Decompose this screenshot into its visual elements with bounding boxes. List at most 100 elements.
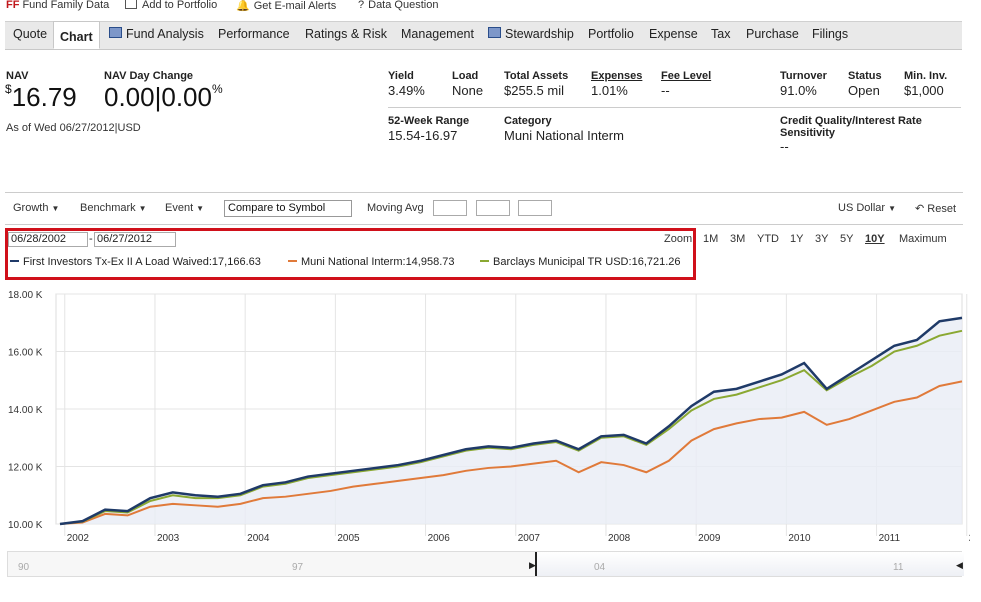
x-tick-label: 2009 (698, 533, 721, 544)
compare-symbol-input[interactable]: Compare to Symbol (224, 200, 352, 217)
fee-level-link[interactable]: Fee Level (661, 70, 711, 82)
x-tick-label: 2008 (608, 533, 631, 544)
benchmark-dropdown[interactable]: Benchmark ▼ (80, 202, 147, 214)
fund-family-label: Fund Family Data (22, 0, 110, 11)
zoom-maximum[interactable]: Maximum (899, 233, 947, 245)
navigator-label: 90 (18, 562, 30, 573)
zoom-3m[interactable]: 3M (730, 233, 745, 245)
ff-badge-icon: FF (6, 0, 20, 11)
chevron-down-icon: ▼ (138, 204, 147, 213)
tab-stewardship[interactable]: Stewardship (488, 27, 574, 41)
reset-icon: ↶ (915, 203, 925, 215)
event-label: Event (165, 202, 194, 214)
y-tick-label: 10.00 K (8, 520, 43, 531)
moving-avg-input-2[interactable] (476, 200, 510, 216)
pct-sign: % (211, 82, 223, 96)
chevron-down-icon: ▼ (888, 204, 896, 213)
day-change-label: NAV Day Change (104, 70, 194, 82)
tab-tax[interactable]: Tax (711, 27, 730, 41)
tab-fund-analysis[interactable]: Fund Analysis (109, 27, 204, 41)
tab-ratings-risk[interactable]: Ratings & Risk (305, 27, 387, 41)
data-question-link[interactable]: ? Data Question (358, 0, 438, 11)
load-value: None (452, 83, 484, 98)
tab-management[interactable]: Management (401, 27, 474, 41)
x-tick-label: 2002 (67, 533, 90, 544)
total-assets-label: Total Assets (504, 70, 569, 82)
stewardship-icon (488, 27, 501, 38)
zoom-10y[interactable]: 10Y (865, 233, 885, 245)
y-tick-label: 16.00 K (8, 348, 43, 359)
tab-chart[interactable]: Chart (53, 21, 100, 49)
as-of-date: As of Wed 06/27/2012|USD (6, 122, 141, 134)
credit-label: Credit Quality/Interest Rate (780, 115, 922, 127)
day-change-abs: 0.00 (104, 82, 155, 112)
portfolio-icon (125, 0, 137, 9)
navigator-label: 04 (594, 562, 606, 573)
zoom-ytd[interactable]: YTD (757, 233, 779, 245)
moving-avg-input-1[interactable] (433, 200, 467, 216)
moving-avg-label: Moving Avg (367, 202, 424, 214)
x-tick-label: 2007 (518, 533, 541, 544)
benchmark-label: Benchmark (80, 202, 136, 214)
tab-stewardship-label: Stewardship (505, 27, 574, 41)
growth-label: Growth (13, 202, 49, 214)
navigator-right-handle[interactable]: ◀ (956, 560, 963, 571)
nav-value: $16.79 (5, 82, 77, 113)
analysis-icon (109, 27, 122, 38)
x-tick-label: 2004 (247, 533, 270, 544)
x-tick-label: 2012 (969, 533, 970, 544)
add-portfolio-link[interactable]: Add to Portfolio (125, 0, 217, 11)
fund-family-link[interactable]: FF Fund Family Data (6, 0, 109, 11)
category-value: Muni National Interm (504, 128, 624, 143)
email-alerts-link[interactable]: 🔔 Get E-mail Alerts (236, 0, 336, 12)
zoom-1m[interactable]: 1M (703, 233, 718, 245)
tab-portfolio[interactable]: Portfolio (588, 27, 634, 41)
day-change-pct: 0.00 (161, 82, 212, 112)
zoom-5y[interactable]: 5Y (840, 233, 853, 245)
tab-fund-analysis-label: Fund Analysis (126, 27, 204, 41)
chevron-down-icon: ▼ (51, 204, 60, 213)
navigator-label: 97 (292, 562, 304, 573)
range-value: 15.54-16.97 (388, 128, 458, 143)
nav-label: NAV (6, 70, 29, 82)
status-label: Status (848, 70, 882, 82)
tab-quote[interactable]: Quote (13, 27, 47, 41)
growth-chart[interactable]: 10.00 K 12.00 K 14.00 K 16.00 K 18.00 K 2002 2… (0, 284, 970, 549)
currency-label: US Dollar (838, 202, 886, 214)
y-tick-label: 18.00 K (8, 290, 43, 301)
chart-toolbar: Growth ▼ Benchmark ▼ Event ▼ Compare to Sym… (5, 192, 963, 225)
zoom-3y[interactable]: 3Y (815, 233, 828, 245)
range-label: 52-Week Range (388, 115, 470, 127)
tab-purchase[interactable]: Purchase (746, 27, 799, 41)
moving-avg-input-3[interactable] (518, 200, 552, 216)
x-tick-label: 2010 (788, 533, 811, 544)
reset-button[interactable]: ↶ Reset (915, 202, 956, 215)
load-label: Load (452, 70, 479, 82)
tab-filings[interactable]: Filings (812, 27, 848, 41)
data-question-label: Data Question (368, 0, 439, 11)
min-inv-label: Min. Inv. (904, 70, 948, 82)
currency-dropdown[interactable]: US Dollar ▼ (838, 202, 896, 214)
fee-level-value: -- (661, 83, 670, 98)
total-assets-value: $255.5 mil (504, 83, 564, 98)
zoom-1y[interactable]: 1Y (790, 233, 803, 245)
x-tick-label: 2003 (157, 533, 180, 544)
tab-performance[interactable]: Performance (218, 27, 290, 41)
growth-dropdown[interactable]: Growth ▼ (13, 202, 59, 214)
reset-label: Reset (927, 203, 957, 215)
tab-expense[interactable]: Expense (649, 27, 698, 41)
min-inv-value: $1,000 (904, 83, 944, 98)
event-dropdown[interactable]: Event ▼ (165, 202, 204, 214)
email-alerts-label: Get E-mail Alerts (253, 0, 337, 12)
expenses-link[interactable]: Expenses (591, 70, 642, 82)
bell-icon: 🔔 (236, 0, 250, 12)
turnover-label: Turnover (780, 70, 827, 82)
range-navigator[interactable]: ▶ ◀ (7, 551, 964, 577)
category-label: Category (504, 115, 552, 127)
credit-value: -- (780, 139, 789, 154)
navigator-left-handle[interactable]: ▶ (529, 560, 536, 571)
credit-label-2: Sensitivity (780, 127, 836, 139)
add-portfolio-label: Add to Portfolio (142, 0, 218, 11)
top-links-bar: FF Fund Family Data Add to Portfolio 🔔 Get… (0, 0, 981, 16)
navigator-label: 11 (893, 562, 904, 573)
